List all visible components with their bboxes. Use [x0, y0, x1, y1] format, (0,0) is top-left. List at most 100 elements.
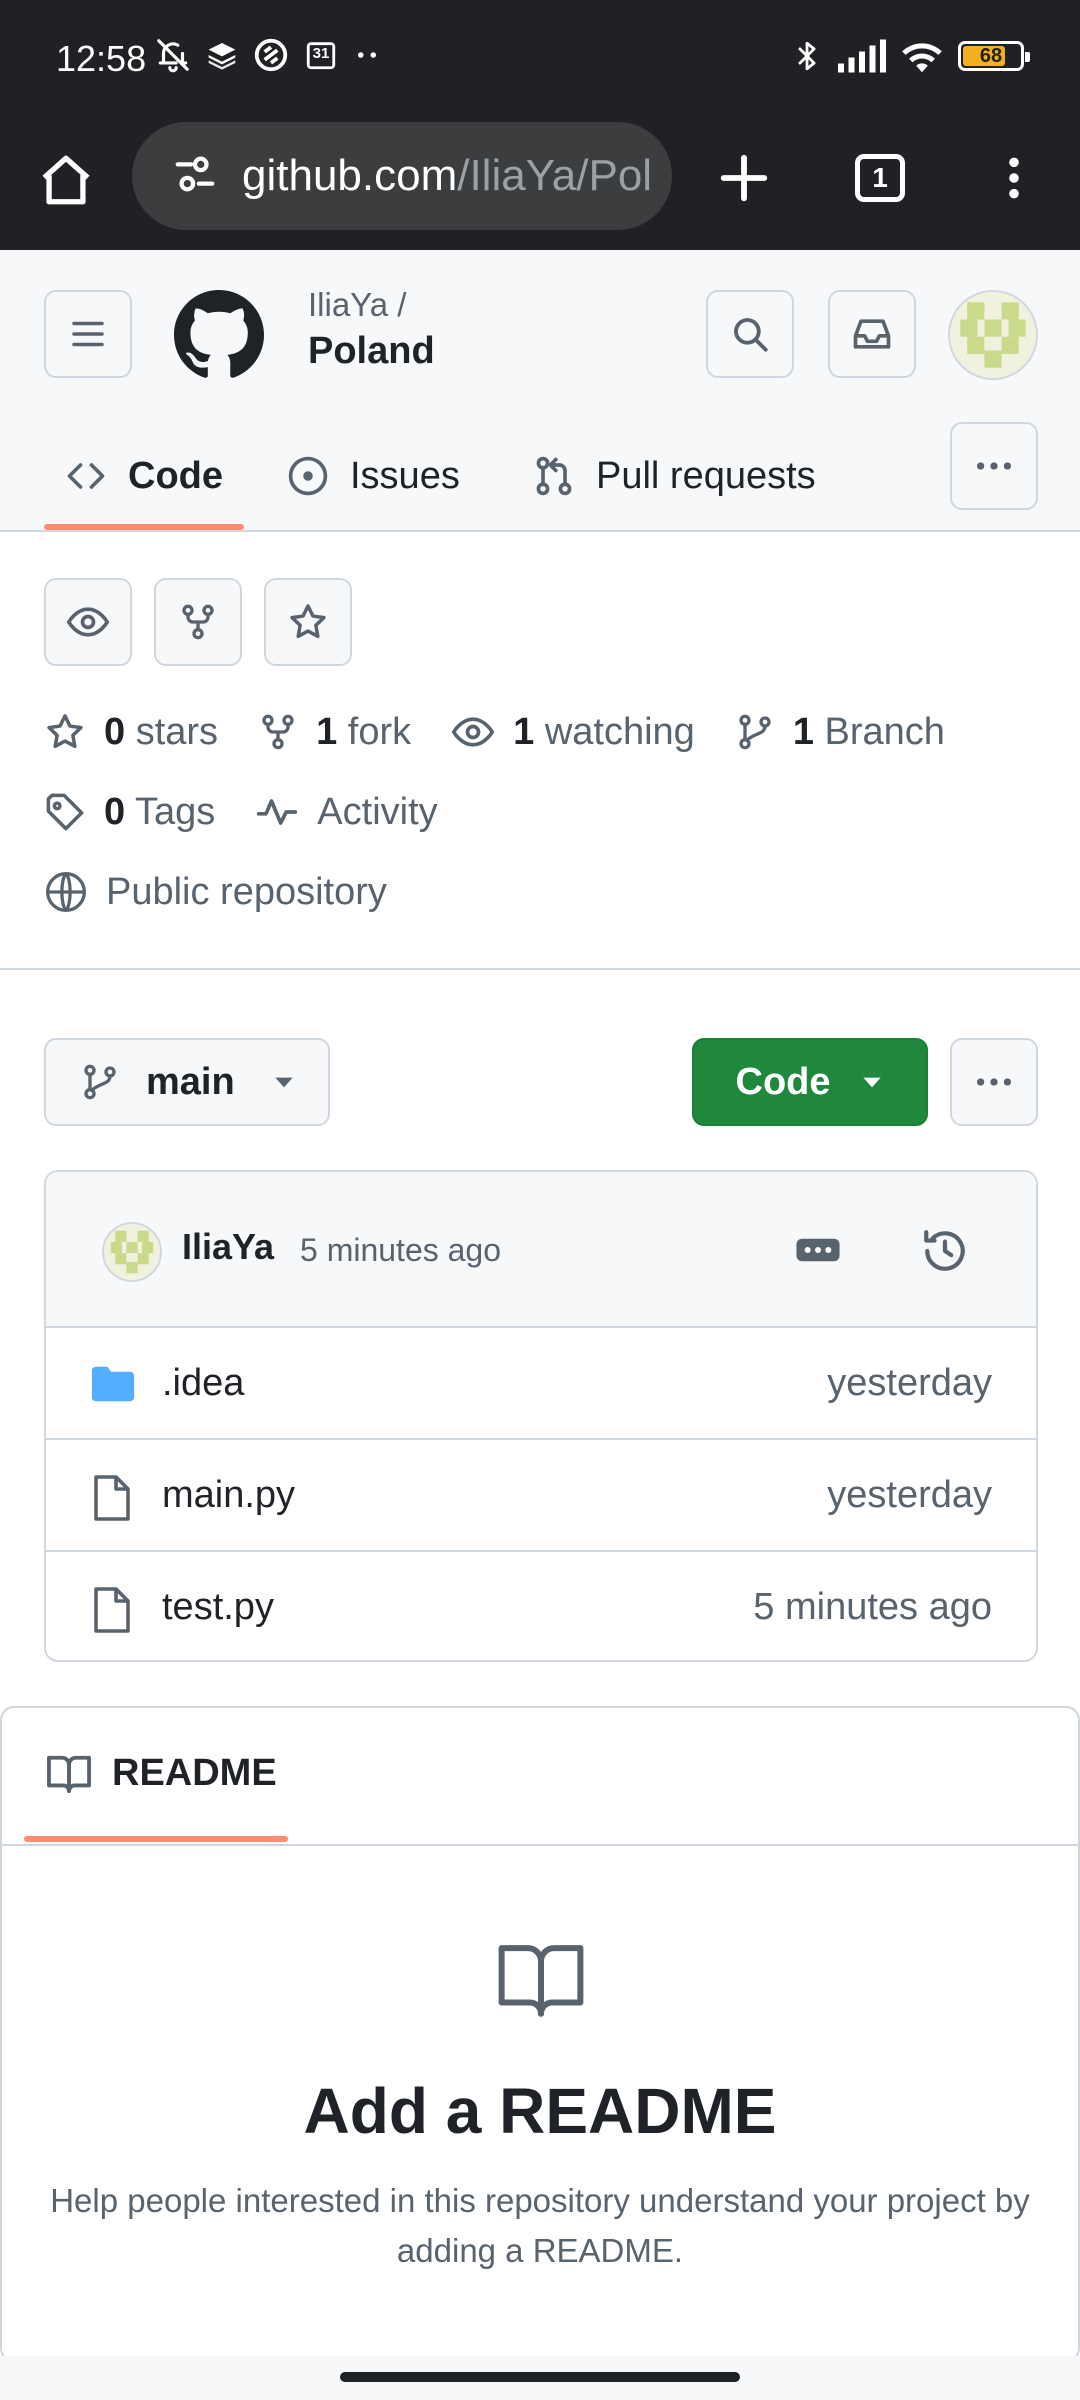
owner-link[interactable]: IliaYa / — [308, 286, 406, 324]
search-icon — [734, 318, 768, 352]
history-icon[interactable] — [920, 1226, 970, 1276]
file-name[interactable]: .idea — [162, 1362, 244, 1405]
tab-issues-label: Issues — [350, 454, 460, 497]
activity-link[interactable]: Activity — [255, 790, 438, 834]
url-text[interactable]: github.com/IliaYa/Pol — [242, 151, 652, 201]
status-right-icons: 68 — [790, 36, 1030, 76]
tags-link[interactable]: 0 Tags — [44, 791, 215, 834]
file-date: 5 minutes ago — [753, 1586, 992, 1628]
file-row-test-py[interactable]: test.py 5 minutes ago — [46, 1552, 1036, 1660]
more-tabs-button[interactable] — [950, 422, 1038, 510]
git-branch-icon — [84, 1064, 116, 1100]
eye-icon — [451, 717, 495, 747]
watching-label: watching — [544, 710, 695, 753]
visibility-info: Public repository — [44, 870, 387, 914]
app-icon — [252, 36, 290, 74]
more-actions-button[interactable] — [950, 1038, 1038, 1126]
browser-menu-button[interactable] — [976, 140, 1052, 216]
branches-link[interactable]: 1 Branch — [735, 711, 945, 754]
identicon-avatar-icon — [104, 1224, 160, 1280]
eye-icon — [66, 607, 110, 637]
commit-author-avatar[interactable] — [102, 1222, 162, 1282]
new-tab-button[interactable] — [706, 140, 782, 216]
ellipsis-icon — [796, 1238, 840, 1262]
tab-code[interactable]: Code — [64, 422, 223, 530]
watch-button[interactable] — [44, 578, 132, 666]
plus-icon — [720, 154, 768, 202]
more-dots-icon — [352, 40, 382, 70]
repo-tabs: Code Issues Pull requests — [0, 422, 1080, 532]
repo-visibility-row: Public repository — [44, 870, 427, 914]
watching-link[interactable]: 1 watching — [451, 710, 695, 754]
url-bar[interactable]: github.com/IliaYa/Pol — [132, 122, 672, 230]
tab-count: 1 — [855, 154, 905, 202]
book-icon — [498, 1945, 584, 2017]
kebab-menu-icon — [1009, 157, 1019, 199]
stars-count: 0 — [104, 710, 126, 753]
commit-author[interactable]: IliaYa — [182, 1226, 274, 1268]
menu-button[interactable] — [44, 290, 132, 378]
branch-selector[interactable]: main — [44, 1038, 330, 1126]
folder-icon — [91, 1366, 135, 1402]
issue-opened-icon — [288, 456, 328, 496]
gesture-home-indicator[interactable] — [340, 2372, 740, 2382]
stars-label: stars — [135, 710, 219, 753]
code-download-button[interactable]: Code — [692, 1038, 928, 1126]
tab-issues[interactable]: Issues — [286, 422, 460, 530]
kebab-horizontal-icon — [976, 462, 1012, 470]
github-logo-icon[interactable] — [174, 290, 264, 380]
signal-icon — [838, 39, 886, 73]
url-host: github.com — [242, 151, 458, 200]
branch-label: Branch — [824, 710, 945, 753]
file-name[interactable]: test.py — [162, 1586, 274, 1629]
triangle-down-icon — [862, 1077, 881, 1088]
repo-stats-row-2: 0 Tags Activity — [44, 790, 478, 834]
file-icon — [94, 1587, 130, 1633]
bell-off-icon — [154, 36, 192, 74]
readme-empty-title: Add a README — [303, 2075, 777, 2147]
search-button[interactable] — [706, 290, 794, 378]
git-pull-request-icon — [536, 456, 572, 496]
file-row-main-py[interactable]: main.py yesterday — [46, 1440, 1036, 1552]
tags-count: 0 — [104, 790, 126, 833]
commit-time: 5 minutes ago — [300, 1232, 502, 1268]
kebab-horizontal-icon — [976, 1078, 1012, 1086]
readme-tab[interactable]: README — [46, 1752, 277, 1795]
git-branch-icon — [739, 714, 771, 750]
layers-icon — [206, 39, 238, 71]
star-icon — [290, 604, 326, 639]
readme-tab-indicator — [24, 1836, 288, 1842]
file-name[interactable]: main.py — [162, 1474, 295, 1517]
activity-label: Activity — [317, 790, 438, 833]
tab-switcher-button[interactable]: 1 — [842, 140, 918, 216]
tab-pull-requests[interactable]: Pull requests — [532, 422, 816, 530]
star-button[interactable] — [264, 578, 352, 666]
tags-label: Tags — [135, 790, 216, 833]
site-settings-icon[interactable] — [172, 151, 218, 202]
calendar-icon: 31 — [304, 38, 338, 72]
section-divider — [0, 968, 1080, 970]
file-row-idea[interactable]: .idea yesterday — [46, 1328, 1036, 1440]
active-tab-indicator — [44, 524, 244, 530]
commit-message-toggle[interactable] — [794, 1230, 842, 1270]
branch-count: 1 — [792, 710, 814, 753]
stars-link[interactable]: 0 stars — [44, 711, 218, 754]
home-button[interactable] — [28, 142, 104, 218]
readme-divider — [2, 1844, 1078, 1846]
github-header: IliaYa / Poland Code Issues Pull request… — [0, 250, 1080, 532]
branch-name: main — [146, 1060, 235, 1103]
status-left-icons: 31 — [154, 36, 382, 74]
forks-link[interactable]: 1 fork — [258, 711, 411, 754]
fork-button[interactable] — [154, 578, 242, 666]
file-date: yesterday — [827, 1362, 992, 1404]
book-icon — [47, 1755, 91, 1793]
code-icon — [67, 463, 105, 489]
user-avatar[interactable] — [948, 290, 1038, 380]
code-button-label: Code — [735, 1060, 831, 1103]
inbox-icon — [853, 319, 891, 349]
inbox-button[interactable] — [828, 290, 916, 378]
forks-count: 1 — [316, 710, 338, 753]
battery-level: 68 — [979, 45, 1003, 67]
identicon-avatar-icon — [950, 292, 1036, 378]
repo-name-link[interactable]: Poland — [308, 330, 435, 373]
